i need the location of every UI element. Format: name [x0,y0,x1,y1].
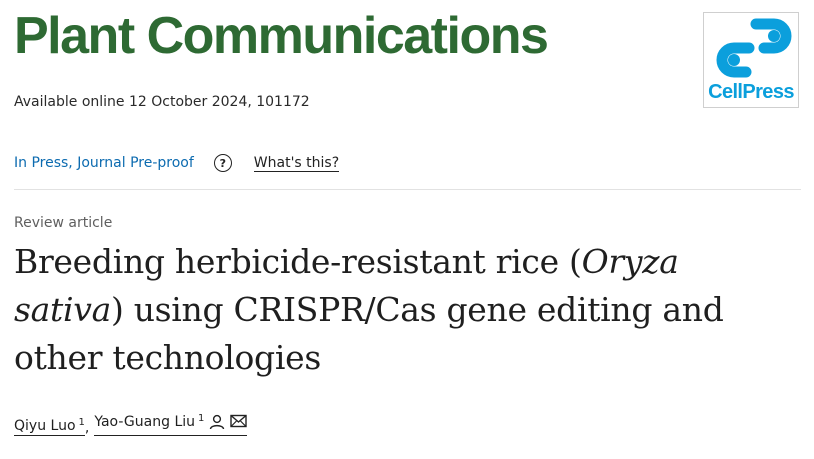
author-name: Qiyu Luo [14,418,76,434]
author-list: Qiyu Luo 1 , Yao-Guang Liu 1 [14,413,248,436]
cellpress-logo-text: CellPress [708,81,794,103]
journal-title[interactable]: Plant Communications [14,4,549,68]
whats-this-link[interactable]: What's this? [253,155,340,172]
author-name: Yao-Guang Liu [94,414,196,430]
article-title-part1: Breeding herbicide-resistant rice ( [14,242,582,281]
author-separator: , [84,420,90,436]
person-icon [209,414,225,434]
article-title-part2: ) using CRISPR/Cas gene editing and othe… [14,290,724,377]
question-circle-icon[interactable]: ? [213,154,232,172]
divider [14,189,801,190]
status-row: In Press, Journal Pre-proof ? What's thi… [14,152,340,174]
article-title: Breeding herbicide-resistant rice (Oryza… [14,238,794,382]
envelope-icon [230,414,248,432]
author-link-yao-guang-liu[interactable]: Yao-Guang Liu 1 [94,413,248,436]
cellpress-logo[interactable]: CellPress [703,12,799,108]
cellpress-logo-icon [716,18,792,78]
article-type: Review article [14,215,113,231]
in-press-link[interactable]: In Press, Journal Pre-proof [14,155,194,171]
author-link-qiyu-luo[interactable]: Qiyu Luo 1 [14,418,85,436]
author-affiliation: 1 [198,413,205,424]
availability-date: Available online 12 October 2024, 101172 [14,94,310,110]
